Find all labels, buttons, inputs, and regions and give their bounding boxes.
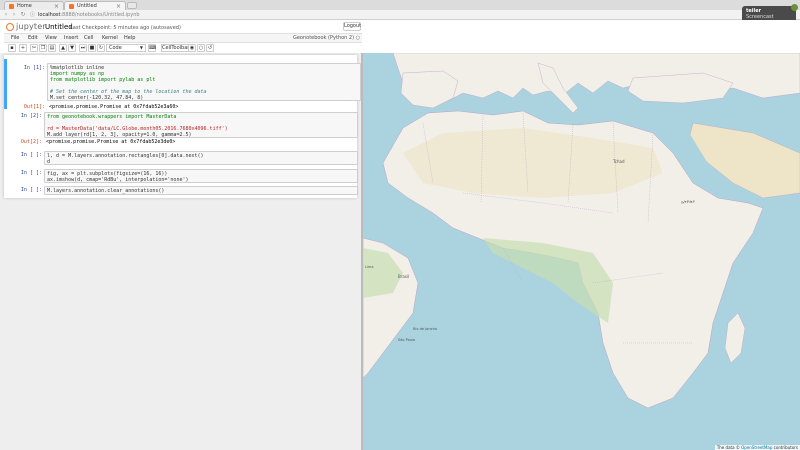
jupyter-logo-text: jupyter bbox=[16, 22, 46, 31]
code-line: d bbox=[47, 159, 51, 165]
logout-button[interactable]: Logout bbox=[343, 22, 361, 31]
tab-label: Home bbox=[17, 3, 32, 9]
url-path: :8888/notebooks/Untitled.ipynb bbox=[60, 12, 140, 18]
kernel-indicator: Geonotebook (Python 2) ○ bbox=[293, 35, 360, 41]
menu-edit[interactable]: Edit bbox=[28, 35, 38, 41]
code-cell[interactable]: In [2]: from geonotebook.wrappers import… bbox=[4, 112, 358, 145]
forward-icon[interactable]: › bbox=[10, 11, 18, 19]
code-line: from matplotlib import pylab as plt bbox=[50, 77, 156, 83]
save-icon[interactable]: ▪ bbox=[8, 44, 16, 52]
code-cell[interactable]: In [ ]: l, d = M.layers.annotation.recta… bbox=[4, 151, 358, 165]
menu-kernel[interactable]: Kernel bbox=[102, 35, 118, 41]
in-prompt: In [ ]: bbox=[20, 152, 42, 158]
code-line: M.layers.annotation.clear_annotations() bbox=[47, 188, 165, 194]
map-attribution: The data © OpenStreetMap contributors bbox=[714, 445, 800, 450]
code-cell[interactable]: In [1]: %matplotlib inline import numpy … bbox=[4, 59, 361, 110]
cut-icon[interactable]: ✂ bbox=[30, 44, 38, 52]
in-prompt: In [ ]: bbox=[20, 187, 42, 193]
kernel-name: Geonotebook (Python 2) bbox=[292, 35, 355, 41]
jupyter-favicon-icon bbox=[69, 3, 74, 9]
close-icon[interactable]: × bbox=[116, 3, 121, 10]
menu-view[interactable]: View bbox=[45, 35, 57, 41]
copy-icon[interactable]: ❐ bbox=[39, 44, 47, 52]
menu-insert[interactable]: Insert bbox=[64, 35, 78, 41]
jupyter-logo[interactable]: jupyter bbox=[6, 22, 46, 31]
code-line: M.add_layer(rd[1, 2, 3], opacity=1.0, ga… bbox=[47, 132, 192, 138]
madagascar-landmass bbox=[724, 312, 746, 364]
code-line: ax.imshow(d, cmap='RdBu', interpolation=… bbox=[47, 177, 189, 183]
globe-icon[interactable]: ◉ bbox=[188, 44, 196, 52]
restart-icon[interactable]: ↻ bbox=[97, 44, 105, 52]
out-prompt: Out[1]: bbox=[23, 104, 45, 110]
kernel-status-icon: ○ bbox=[355, 35, 360, 41]
menu-cell[interactable]: Cell bbox=[84, 35, 93, 41]
url-field[interactable]: ⓘ localhost:8888/notebooks/Untitled.ipynb bbox=[30, 11, 790, 19]
notebook-title[interactable]: Untitled bbox=[45, 23, 73, 31]
move-up-icon[interactable]: ▲ bbox=[59, 44, 67, 52]
map-label-sao-paulo: São Paulo bbox=[398, 338, 415, 342]
cell-output: <promise.promise.Promise at 0x7fdab52e3a… bbox=[49, 104, 179, 110]
page-info-icon: ⓘ bbox=[30, 12, 36, 18]
map-label-ethiopia: ኢትዮጵያ bbox=[681, 199, 695, 204]
code-input[interactable]: l, d = M.layers.annotation.rectangles[0]… bbox=[44, 151, 358, 165]
stop-icon[interactable]: ■ bbox=[88, 44, 96, 52]
in-prompt: In [ ]: bbox=[20, 170, 42, 176]
keyboard-icon[interactable]: ⌨ bbox=[148, 44, 156, 52]
jupyter-logo-icon bbox=[6, 22, 14, 31]
reload-icon[interactable]: ↻ bbox=[19, 11, 27, 19]
chevron-down-icon: ▼ bbox=[139, 45, 143, 50]
attribution-prefix: The data © bbox=[716, 445, 740, 450]
celltoolbar-button[interactable]: CellToolbar bbox=[161, 44, 189, 52]
refresh-icon[interactable]: ↺ bbox=[206, 44, 214, 52]
tab-untitled[interactable]: Untitled × bbox=[64, 1, 126, 10]
code-input[interactable]: fig, ax = plt.subplots(figsize=(16, 16))… bbox=[44, 169, 358, 183]
map-canvas[interactable]: Brasil Tchad ኢትዮጵያ Lima Rio de Janeiro S… bbox=[363, 53, 800, 450]
menu-file[interactable]: File bbox=[11, 35, 19, 41]
code-line: l, d = M.layers.annotation.rectangles[0]… bbox=[47, 153, 204, 159]
map-label-lima: Lima bbox=[365, 265, 373, 269]
tab-home[interactable]: Home × bbox=[4, 1, 64, 10]
iberia-landmass bbox=[400, 70, 459, 109]
attribution-suffix: contributors bbox=[773, 445, 798, 450]
code-input[interactable]: %matplotlib inline import numpy as np fr… bbox=[47, 63, 361, 101]
in-prompt: In [2]: bbox=[20, 113, 42, 119]
out-prompt: Out[2]: bbox=[20, 139, 42, 145]
map-panel[interactable]: Brasil Tchad ኢትዮጵያ Lima Rio de Janeiro S… bbox=[363, 53, 800, 450]
close-icon[interactable]: × bbox=[54, 3, 59, 10]
code-cell[interactable]: In [ ]: M.layers.annotation.clear_annota… bbox=[4, 186, 358, 195]
attribution-link[interactable]: OpenStreetMap bbox=[741, 445, 772, 450]
new-tab-button[interactable] bbox=[127, 2, 137, 9]
circle-icon[interactable]: ○ bbox=[197, 44, 205, 52]
move-down-icon[interactable]: ▼ bbox=[68, 44, 76, 52]
notebook-page: In [1]: %matplotlib inline import numpy … bbox=[4, 55, 361, 198]
address-bar: ‹ › ↻ ⓘ localhost:8888/notebooks/Untitled… bbox=[0, 10, 800, 20]
map-label-brasil: Brasil bbox=[398, 274, 409, 279]
cell-type-select[interactable]: Code ▼ bbox=[106, 44, 146, 52]
code-cell[interactable]: In [ ]: fig, ax = plt.subplots(figsize=(… bbox=[4, 169, 358, 183]
menu-help[interactable]: Help bbox=[124, 35, 135, 41]
map-label-rio: Rio de Janeiro bbox=[413, 327, 437, 331]
cell-type-value: Code bbox=[109, 45, 122, 51]
map-label-chad: Tchad bbox=[612, 159, 625, 164]
checkpoint-status: Last Checkpoint: 5 minutes ago (autosave… bbox=[70, 25, 181, 31]
tab-label: Untitled bbox=[77, 3, 97, 9]
url-host: localhost bbox=[38, 12, 61, 18]
insert-cell-icon[interactable]: + bbox=[19, 44, 27, 52]
in-prompt: In [1]: bbox=[23, 65, 45, 71]
paste-icon[interactable]: ▤ bbox=[48, 44, 56, 52]
notebook-toolbar: ▪ + ✂ ❐ ▤ ▲ ▼ ⏭ ■ ↻ Code ▼ ⌨ CellToolbar… bbox=[4, 43, 362, 53]
code-line: from geonotebook.wrappers import MasterD… bbox=[47, 114, 177, 120]
cell-output: <promise.promise.Promise at 0x7fdab52e3d… bbox=[46, 139, 176, 145]
browser-tab-bar: Home × Untitled × bbox=[0, 0, 800, 10]
run-icon[interactable]: ⏭ bbox=[79, 44, 87, 52]
menu-bar: File Edit View Insert Cell Kernel Help G… bbox=[4, 33, 362, 43]
code-input[interactable]: M.layers.annotation.clear_annotations() bbox=[44, 186, 358, 195]
code-input[interactable]: from geonotebook.wrappers import MasterD… bbox=[44, 112, 358, 138]
back-icon[interactable]: ‹ bbox=[2, 11, 10, 19]
code-line: M.set_center(-120.32, 47.84, 8) bbox=[50, 95, 144, 101]
notification-app-icon bbox=[791, 4, 798, 11]
jupyter-favicon-icon bbox=[9, 3, 14, 9]
